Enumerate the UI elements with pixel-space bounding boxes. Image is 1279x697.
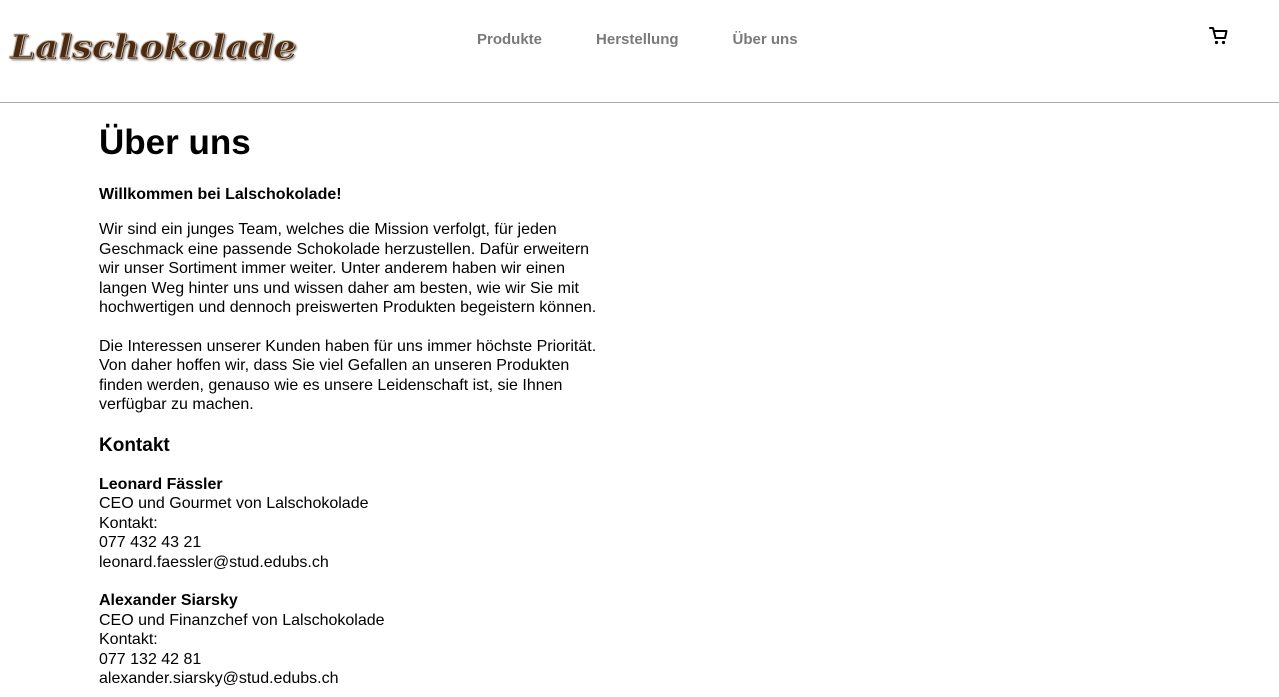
contact-card: Leonard Fässler CEO und Gourmet von Lals… bbox=[99, 475, 609, 573]
nav-item-produkte[interactable]: Produkte bbox=[477, 31, 542, 48]
nav-item-herstellung[interactable]: Herstellung bbox=[596, 31, 679, 48]
customer-paragraph: Die Interessen unserer Kunden haben für … bbox=[99, 337, 597, 414]
nav-item-ueber-uns[interactable]: Über uns bbox=[733, 31, 798, 48]
contact-label: Kontakt: bbox=[99, 514, 158, 532]
brand-logo[interactable]: Lalschokolade bbox=[9, 27, 296, 67]
contact-phone: 077 132 42 81 bbox=[99, 650, 202, 668]
contact-role: CEO und Finanzchef von Lalschokolade bbox=[99, 611, 385, 629]
welcome-heading: Willkommen bei Lalschokolade! bbox=[99, 186, 342, 203]
main-content: Über uns Willkommen bei Lalschokolade! W… bbox=[99, 103, 609, 689]
intro-paragraph: Wir sind ein junges Team, welches die Mi… bbox=[99, 221, 597, 316]
contact-heading: Kontakt bbox=[99, 434, 170, 456]
contact-email: alexander.siarsky@stud.edubs.ch bbox=[99, 670, 339, 687]
contact-role: CEO und Gourmet von Lalschokolade bbox=[99, 495, 369, 512]
contact-name: Alexander Siarsky bbox=[99, 592, 238, 609]
shopping-cart-icon[interactable] bbox=[1208, 25, 1230, 47]
site-header: Lalschokolade Produkte Herstellung Über … bbox=[0, 0, 1279, 103]
contact-phone: 077 432 43 21 bbox=[99, 534, 202, 551]
page-title: Über uns bbox=[99, 123, 251, 162]
contact-label: Kontakt: bbox=[99, 631, 158, 648]
contact-email: leonard.faessler@stud.edubs.ch bbox=[99, 553, 329, 571]
cart-glyph bbox=[1209, 27, 1228, 45]
main-navigation: Produkte Herstellung Über uns bbox=[477, 31, 798, 48]
contact-name: Leonard Fässler bbox=[99, 475, 223, 493]
contact-card: Alexander Siarsky CEO und Finanzchef von… bbox=[99, 591, 609, 689]
